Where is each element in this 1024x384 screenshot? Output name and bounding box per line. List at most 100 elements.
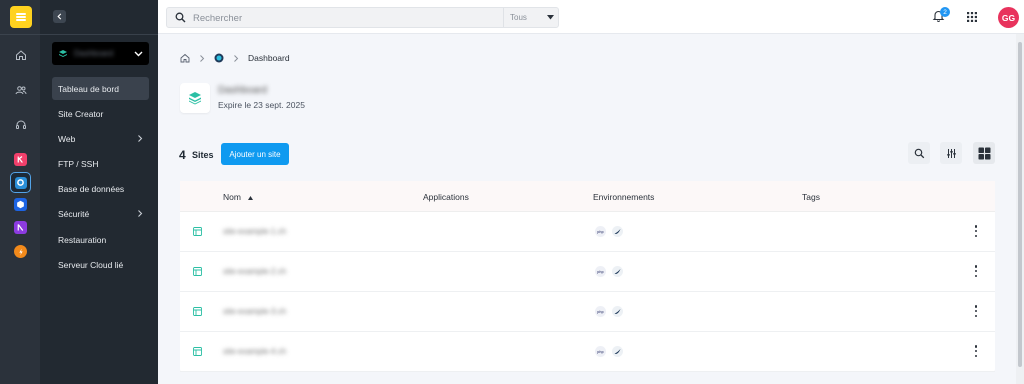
caret-down-icon — [547, 15, 554, 20]
table-row[interactable]: site-example-4.ch php — [180, 332, 995, 372]
rail-divider — [0, 34, 40, 35]
cloud-app-icon[interactable] — [14, 198, 27, 211]
site-icon — [193, 347, 202, 356]
expiry-date: Expire le 23 sept. 2025 — [218, 100, 305, 110]
table-header: Nom Applications Environnements Tags — [180, 181, 995, 212]
table-row[interactable]: site-example-3.ch php — [180, 292, 995, 332]
sidebar-item-restauration[interactable]: Restauration — [52, 228, 149, 251]
sidebar-item-label: Restauration — [58, 234, 107, 245]
search-input[interactable] — [193, 11, 493, 25]
home-icon[interactable] — [180, 53, 190, 63]
sidebar-divider — [40, 34, 158, 35]
wordpress-icon — [612, 346, 623, 357]
row-menu-button[interactable] — [974, 305, 978, 317]
column-header-tags: Tags — [802, 192, 820, 202]
search-icon — [914, 148, 924, 158]
sidebar-item-label: Tableau de bord — [58, 83, 119, 94]
column-header-environnements: Environnements — [593, 192, 655, 202]
sliders-icon — [946, 148, 956, 158]
chevron-left-icon — [57, 13, 62, 20]
kdrive-app-icon[interactable] — [14, 221, 27, 234]
sidebar-item-web[interactable]: Web — [52, 127, 149, 150]
grid-view-icon — [978, 147, 990, 159]
hosting-logo-icon[interactable] — [10, 6, 32, 28]
notifications-button[interactable]: 2 — [932, 7, 950, 25]
search-scope-label: Tous — [510, 13, 527, 22]
sites-label: Sites — [192, 150, 214, 160]
sidebar-item-label: Web — [58, 133, 76, 144]
web-hosting-app-icon[interactable] — [10, 172, 31, 193]
wordpress-icon — [612, 266, 623, 277]
page-scrollbar[interactable] — [1016, 34, 1024, 384]
column-header-label: Nom — [223, 192, 241, 202]
sidebar-item-serveur-cloud-lie[interactable]: Serveur Cloud lié — [52, 253, 149, 276]
table-row[interactable]: site-example-1.ch php — [180, 212, 995, 252]
collapse-sidebar-button[interactable] — [53, 10, 66, 23]
sidebar-item-label: Sécurité — [58, 208, 90, 219]
site-name: Dashboard — [218, 85, 267, 96]
layers-icon — [189, 92, 201, 105]
breadcrumb: Dashboard — [180, 52, 290, 64]
sidebar-item-label: Serveur Cloud lié — [58, 259, 124, 270]
php-icon: php — [595, 346, 606, 357]
home-icon[interactable] — [12, 46, 29, 63]
users-icon[interactable] — [12, 81, 29, 98]
column-header-applications: Applications — [423, 192, 469, 202]
chevron-down-icon — [134, 51, 143, 57]
breadcrumb-current: Dashboard — [248, 53, 290, 63]
search-bar: Tous — [166, 7, 559, 28]
chevron-right-icon — [138, 210, 143, 217]
site-row-name[interactable]: site-example-1.ch — [223, 227, 286, 236]
column-header-nom[interactable]: Nom — [223, 192, 254, 202]
headset-icon[interactable] — [12, 116, 29, 133]
sidebar-item-site-creator[interactable]: Site Creator — [52, 102, 149, 125]
grid-view-button[interactable] — [973, 142, 995, 164]
kmail-app-icon[interactable] — [14, 153, 27, 166]
site-row-name[interactable]: site-example-3.ch — [223, 307, 286, 316]
site-icon — [193, 267, 202, 276]
php-icon: php — [595, 226, 606, 237]
swisstransfer-app-icon[interactable] — [14, 245, 27, 258]
search-icon — [175, 12, 186, 23]
notification-badge: 2 — [940, 7, 950, 17]
apps-grid-button[interactable] — [966, 11, 978, 23]
row-menu-button[interactable] — [974, 265, 978, 277]
search-sites-button[interactable] — [908, 142, 930, 164]
sites-table: Nom Applications Environnements Tags sit… — [180, 181, 995, 372]
sort-asc-icon — [248, 195, 254, 200]
wordpress-icon — [612, 226, 623, 237]
php-icon: php — [595, 266, 606, 277]
user-avatar[interactable]: GG — [998, 7, 1019, 28]
chevron-right-icon — [138, 135, 143, 142]
sites-count: 4 — [179, 148, 186, 162]
product-selector-label: Dashboard — [74, 49, 114, 58]
row-menu-button[interactable] — [974, 345, 978, 357]
sidebar-item-label: FTP / SSH — [58, 158, 99, 169]
chevron-right-icon — [234, 54, 239, 62]
scrollbar-thumb[interactable] — [1018, 42, 1022, 367]
sidebar-item-label: Site Creator — [58, 108, 104, 119]
site-icon — [193, 307, 202, 316]
site-card-icon — [180, 83, 210, 113]
grid-icon — [967, 12, 977, 22]
layers-icon — [59, 49, 67, 57]
site-row-name[interactable]: site-example-2.ch — [223, 267, 286, 276]
table-row[interactable]: site-example-2.ch php — [180, 252, 995, 292]
filter-button[interactable] — [940, 142, 962, 164]
sidebar-item-tableau-de-bord[interactable]: Tableau de bord — [52, 77, 149, 100]
site-row-name[interactable]: site-example-4.ch — [223, 347, 286, 356]
sidebar-item-label: Base de données — [58, 183, 125, 194]
site-icon — [193, 227, 202, 236]
icon-rail — [0, 0, 40, 384]
sidebar-item-securite[interactable]: Sécurité — [52, 202, 149, 225]
web-hosting-icon[interactable] — [214, 53, 224, 63]
sidebar-item-base-de-donnees[interactable]: Base de données — [52, 177, 149, 200]
sidebar-item-ftp-ssh[interactable]: FTP / SSH — [52, 152, 149, 175]
product-selector[interactable]: Dashboard — [52, 42, 149, 65]
topbar: Tous 2 GG — [158, 0, 1024, 34]
add-site-button[interactable]: Ajouter un site — [221, 143, 289, 165]
row-menu-button[interactable] — [974, 225, 978, 237]
search-scope-select[interactable]: Tous — [503, 8, 559, 27]
sidebar: Dashboard Tableau de bord Site Creator W… — [40, 0, 158, 384]
php-icon: php — [595, 306, 606, 317]
